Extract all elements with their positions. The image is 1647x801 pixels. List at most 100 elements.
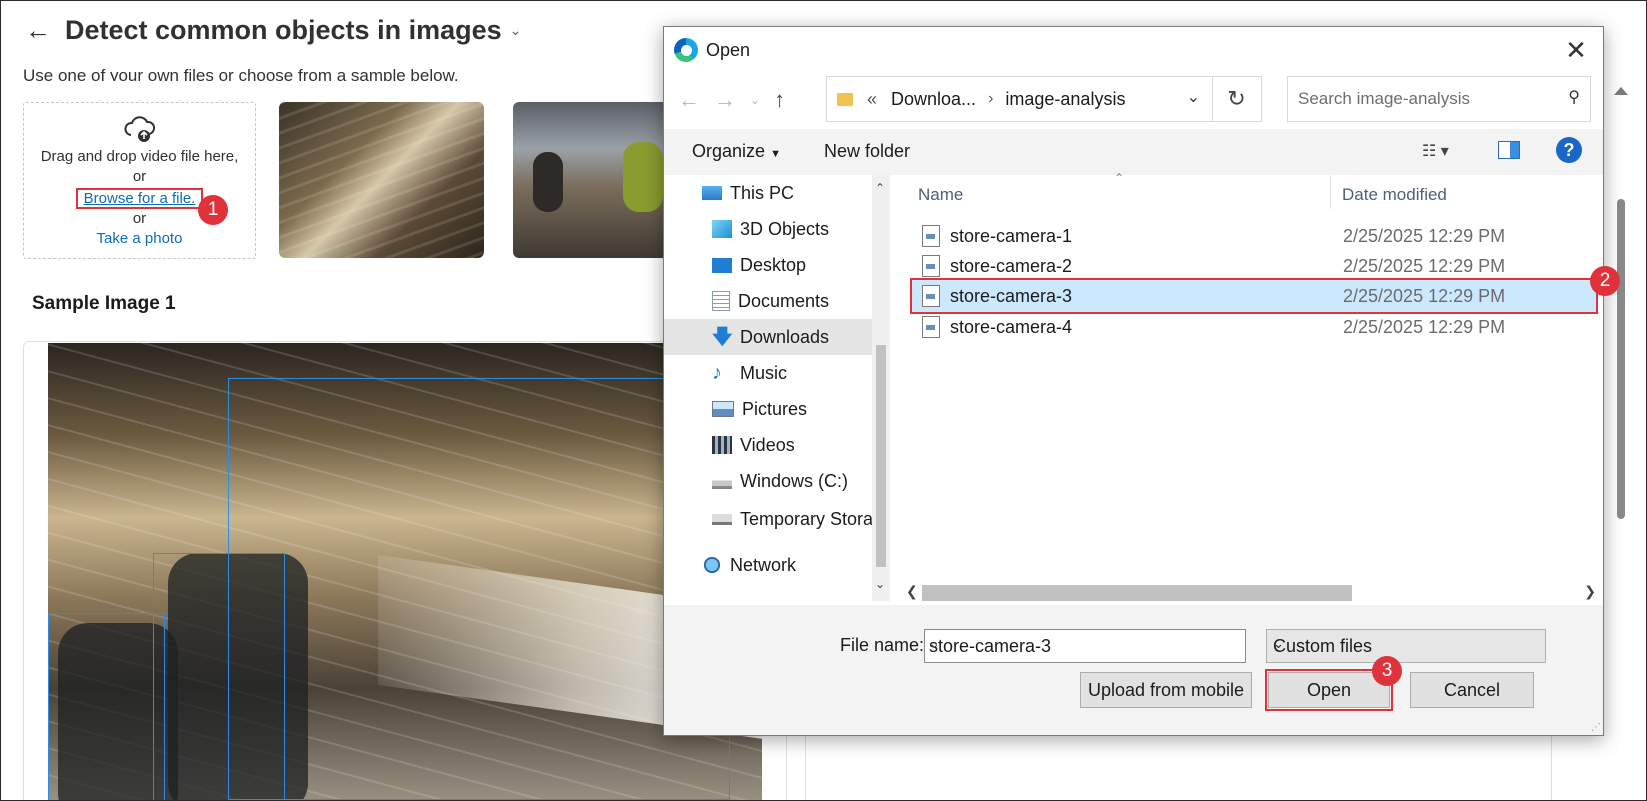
cancel-button[interactable]: Cancel [1410,672,1534,708]
drive-icon [712,473,732,489]
search-placeholder: Search image-analysis [1298,89,1470,108]
detection-box [48,613,165,800]
scroll-up-icon[interactable] [1614,87,1628,95]
overflow-icon[interactable]: « [867,89,877,110]
sort-ascending-icon: ⌃ [1114,171,1125,185]
chevron-down-icon[interactable]: ⌄ [1187,87,1200,107]
music-icon: ♪ [712,362,722,384]
file-name-input[interactable]: store-camera-3 ⌄ [924,629,1246,663]
page-subtitle: Use one of your own files or choose from… [23,66,459,81]
nav-item-windows-c[interactable]: Windows (C:) [712,463,922,499]
nav-item-temporary-storage[interactable]: Temporary Stora [712,501,922,537]
detection-box [228,378,730,800]
nav-label: Temporary Stora [740,508,874,529]
folder-icon [837,92,853,106]
forward-icon[interactable]: → [714,87,736,113]
open-button[interactable]: Open [1265,669,1393,711]
dropdown-icon: ▼ [770,148,781,160]
pc-icon [702,186,722,200]
file-name: store-camera-4 [950,316,1073,337]
chevron-down-icon[interactable]: ⌄ [929,636,1237,652]
breadcrumb-parent[interactable]: Downloa... [891,89,976,110]
recent-locations-icon[interactable]: ⌄ [750,93,760,107]
documents-icon [712,291,730,311]
scroll-right-icon[interactable]: ❯ [1584,583,1596,600]
dialog-titlebar: Open [674,35,750,65]
close-icon[interactable]: ✕ [1561,35,1591,65]
new-folder-button[interactable]: New folder [824,141,910,162]
file-date: 2/25/2025 12:29 PM [1343,255,1506,276]
address-bar[interactable]: « Downloa... › image-analysis ⌄ [826,76,1213,122]
nav-item-videos[interactable]: Videos [712,427,922,463]
file-type-select[interactable]: Custom files ⌄ [1266,629,1546,663]
file-dropzone[interactable]: Drag and drop video file here, or Browse… [23,102,256,259]
file-name-label: File name: [840,635,925,655]
file-name: store-camera-2 [950,255,1073,276]
scroll-up-icon[interactable]: ⌃ [875,181,885,195]
preview-pane-icon[interactable] [1498,141,1520,159]
dialog-footer [664,605,1603,735]
resize-grip-icon[interactable]: ⋰ [1591,722,1601,733]
image-file-icon [922,225,940,247]
drive-icon [712,513,732,525]
organize-button[interactable]: Organize ▼ [692,141,781,162]
callout-badge-3: 3 [1372,656,1402,686]
back-arrow-icon[interactable]: ← [25,15,51,46]
file-row[interactable]: store-camera-2 2/25/2025 12:29 PM [916,250,1591,282]
dialog-title: Open [706,39,751,60]
scroll-down-icon[interactable]: ⌄ [875,577,885,591]
navigation-pane: This PC 3D Objects Desktop Documents 🡇 D… [664,175,890,601]
scrollbar-thumb[interactable] [922,585,1352,601]
nav-item-music[interactable]: ♪ Music [712,355,922,391]
file-date: 2/25/2025 12:29 PM [1343,225,1506,246]
chevron-down-icon: ⌄ [1273,636,1284,651]
sample-heading: Sample Image 1 [32,293,176,314]
nav-item-desktop[interactable]: Desktop [712,247,922,283]
file-list-hscrollbar[interactable]: ❮ ❯ [902,583,1602,603]
sample-image-preview [48,343,762,800]
videos-icon [712,436,732,454]
chevron-down-icon[interactable]: ⌄ [510,22,522,39]
nav-item-downloads[interactable]: 🡇 Downloads [664,319,872,355]
file-date: 2/25/2025 12:29 PM [1343,285,1506,306]
scrollbar-thumb[interactable] [876,345,886,567]
scroll-left-icon[interactable]: ❮ [906,583,918,600]
take-photo-link[interactable]: Take a photo [24,230,255,247]
sample-thumbnail-meeting[interactable] [513,102,673,258]
back-icon[interactable]: ← [678,87,700,113]
breadcrumb-separator-icon: › [988,90,994,107]
nav-label: Documents [738,290,830,311]
column-date-modified[interactable]: Date modified [1342,185,1447,205]
open-file-dialog: Open ✕ ← → ⌄ ↑ « Downloa... › image-anal… [663,26,1620,736]
search-icon: ⚲ [1568,89,1580,106]
sample-thumbnail-subway[interactable] [279,102,484,258]
nav-label: 3D Objects [740,218,830,239]
nav-item-documents[interactable]: Documents [712,283,922,319]
nav-item-3d-objects[interactable]: 3D Objects [712,211,922,247]
nav-label: Network [730,554,797,575]
nav-scrollbar[interactable]: ⌃ ⌄ [872,175,890,601]
scrollbar-thumb[interactable] [1617,199,1625,519]
refresh-icon[interactable]: ↻ [1212,76,1262,122]
network-icon [702,556,722,574]
nav-item-pictures[interactable]: Pictures [712,391,922,427]
column-divider[interactable] [1330,175,1331,209]
help-icon[interactable]: ? [1556,137,1582,163]
file-row[interactable]: store-camera-4 2/25/2025 12:29 PM [916,311,1591,343]
page-scrollbar[interactable] [1611,81,1631,781]
breadcrumb-current[interactable]: image-analysis [1005,89,1125,110]
file-row-selected[interactable]: store-camera-3 2/25/2025 12:29 PM [910,278,1598,314]
cloud-upload-icon [24,113,255,147]
column-name[interactable]: Name [918,185,963,205]
callout-badge-1: 1 [198,195,228,225]
file-row[interactable]: store-camera-1 2/25/2025 12:29 PM [916,220,1591,252]
search-input[interactable]: Search image-analysis ⚲ [1287,76,1591,122]
file-name: store-camera-3 [950,285,1073,306]
view-options-icon[interactable]: ☷ ▾ [1422,141,1449,161]
nav-label: Videos [740,434,795,455]
browse-file-link[interactable]: Browse for a file. [75,188,204,209]
drag-drop-text: Drag and drop video file here, [40,148,239,165]
up-folder-icon[interactable]: ↑ [774,87,785,113]
upload-from-mobile-button[interactable]: Upload from mobile [1080,672,1252,708]
nav-label: Music [740,362,788,383]
